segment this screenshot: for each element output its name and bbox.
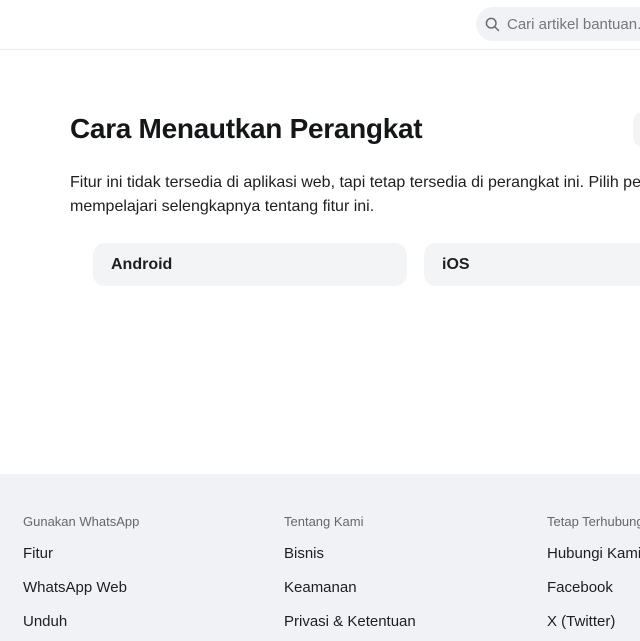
footer-column-tetap-terhubung: Tetap Terhubung Hubungi Kami Facebook X … <box>547 514 640 641</box>
footer-column-tentang-kami: Tentang Kami Bisnis Keamanan Privasi & K… <box>284 514 416 641</box>
device-selector: Android iOS <box>93 243 640 286</box>
footer-link-facebook[interactable]: Facebook <box>547 580 640 595</box>
search-icon <box>485 17 500 32</box>
description-line-1: Fitur ini tidak tersedia di aplikasi web… <box>70 171 640 195</box>
footer-heading-tentang-kami: Tentang Kami <box>284 514 416 530</box>
description-line-2: mempelajari selengkapnya tentang fitur i… <box>70 195 640 219</box>
footer-link-fitur[interactable]: Fitur <box>23 546 139 561</box>
whatsapp-help-page: Cara Menautkan Perangkat Fitur ini tidak… <box>0 0 640 641</box>
footer-link-hubungi-kami[interactable]: Hubungi Kami <box>547 546 640 561</box>
page-footer: Gunakan WhatsApp Fitur WhatsApp Web Undu… <box>0 474 640 641</box>
footer-link-keamanan[interactable]: Keamanan <box>284 580 416 595</box>
footer-link-privasi-ketentuan[interactable]: Privasi & Ketentuan <box>284 614 416 629</box>
page-title: Cara Menautkan Perangkat <box>70 112 422 146</box>
device-tab-android[interactable]: Android <box>93 243 407 286</box>
footer-heading-gunakan-whatsapp: Gunakan WhatsApp <box>23 514 139 530</box>
search-input[interactable] <box>507 16 640 33</box>
footer-link-bisnis[interactable]: Bisnis <box>284 546 416 561</box>
footer-heading-tetap-terhubung: Tetap Terhubung <box>547 514 640 530</box>
article-description: Fitur ini tidak tersedia di aplikasi web… <box>70 171 640 218</box>
top-navigation-bar <box>0 0 640 50</box>
footer-column-gunakan-whatsapp: Gunakan WhatsApp Fitur WhatsApp Web Undu… <box>23 514 139 641</box>
footer-link-x-twitter[interactable]: X (Twitter) <box>547 614 640 629</box>
search-field[interactable] <box>476 7 640 41</box>
footer-link-whatsapp-web[interactable]: WhatsApp Web <box>23 580 139 595</box>
footer-link-unduh[interactable]: Unduh <box>23 614 139 629</box>
partial-right-edge-button[interactable] <box>633 112 640 147</box>
device-tab-ios[interactable]: iOS <box>424 243 640 286</box>
